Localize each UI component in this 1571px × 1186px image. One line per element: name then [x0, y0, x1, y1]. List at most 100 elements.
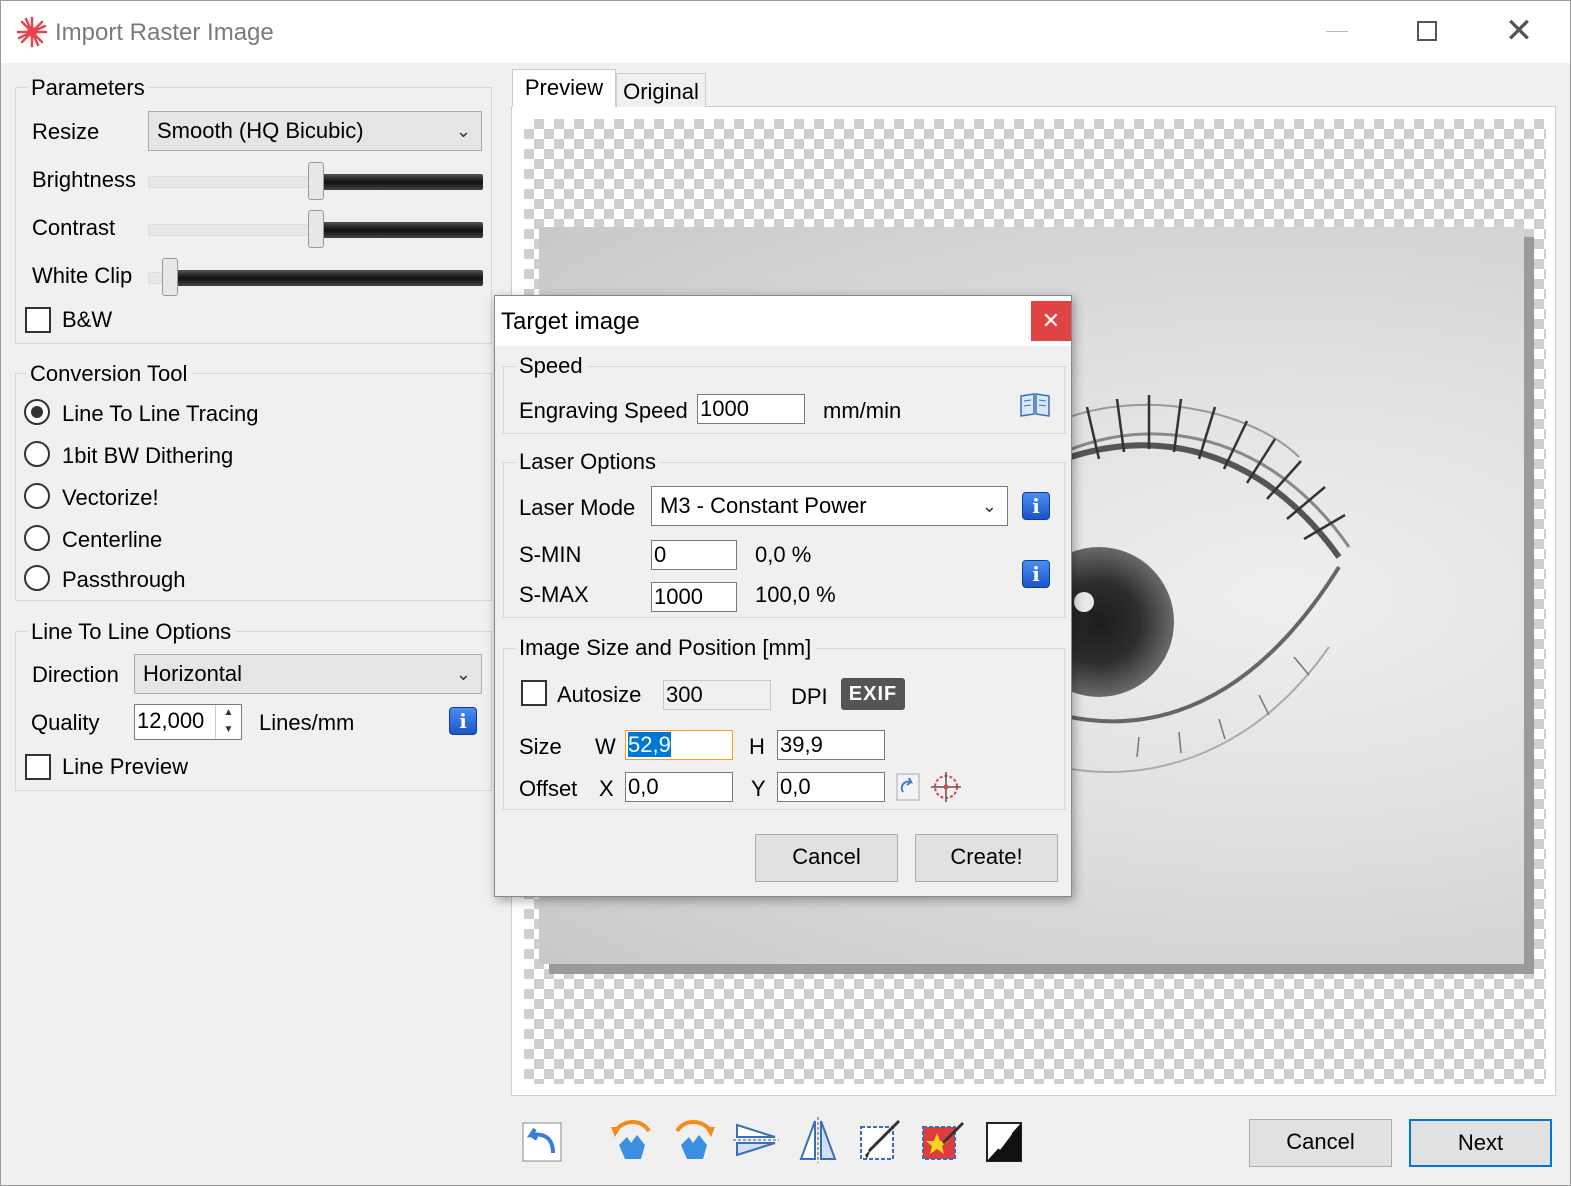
- width-label: W: [595, 734, 616, 759]
- offset-x-label: X: [599, 776, 614, 801]
- contrast-label: Contrast: [32, 215, 116, 240]
- contrast-slider[interactable]: [148, 210, 483, 248]
- offset-label: Offset: [519, 776, 578, 801]
- laser-mode-label: Laser Mode: [519, 495, 636, 520]
- autosize-label: Autosize: [557, 682, 642, 707]
- cancel-button[interactable]: Cancel: [1249, 1119, 1392, 1167]
- radio-line-to-line[interactable]: [24, 399, 50, 425]
- white-clip-slider[interactable]: [148, 258, 483, 296]
- engraving-speed-label: Engraving Speed: [519, 398, 688, 423]
- radio-label-passthrough: Passthrough: [62, 567, 186, 592]
- exif-button[interactable]: EXIF: [841, 678, 905, 710]
- material-library-icon[interactable]: [1019, 392, 1051, 418]
- resize-dropdown[interactable]: Smooth (HQ Bicubic) ⌄: [148, 111, 482, 151]
- import-raster-window: Import Raster Image ✕ Parameters Resize …: [0, 0, 1571, 1186]
- width-input[interactable]: 52,9: [625, 730, 733, 760]
- chevron-down-icon: ⌄: [981, 496, 997, 516]
- resize-label: Resize: [32, 119, 100, 144]
- laser-mode-info-icon[interactable]: i: [1022, 492, 1050, 520]
- white-clip-label: White Clip: [32, 263, 133, 288]
- height-label: H: [749, 734, 765, 759]
- reset-icon[interactable]: [517, 1117, 567, 1167]
- crop-icon[interactable]: [855, 1115, 905, 1165]
- brightness-slider-thumb[interactable]: [308, 162, 324, 200]
- radio-passthrough[interactable]: [24, 565, 50, 591]
- target-image-dialog: Target image ✕ Speed Engraving Speed 100…: [494, 295, 1072, 897]
- next-button[interactable]: Next: [1409, 1119, 1552, 1167]
- brightness-slider[interactable]: [148, 162, 483, 200]
- minimize-button[interactable]: [1311, 11, 1363, 51]
- dpi-input[interactable]: 300: [663, 680, 771, 710]
- maximize-button[interactable]: [1401, 11, 1453, 51]
- rotate-right-icon[interactable]: [669, 1115, 719, 1165]
- quality-spin-buttons[interactable]: ▲ ▼: [215, 705, 241, 739]
- size-label: Size: [519, 734, 562, 759]
- smin-input[interactable]: 0: [651, 540, 737, 570]
- flip-vertical-icon[interactable]: [793, 1115, 843, 1165]
- chevron-down-icon: ⌄: [455, 121, 471, 141]
- smin-percent: 0,0 %: [755, 542, 812, 567]
- smax-percent: 100,0 %: [755, 582, 836, 607]
- invert-icon[interactable]: [979, 1117, 1029, 1167]
- radio-label-vectorize: Vectorize!: [62, 485, 159, 510]
- radio-dithering[interactable]: [24, 441, 50, 467]
- width-value: 52,9: [628, 732, 671, 757]
- line-preview-checkbox[interactable]: [25, 754, 51, 780]
- dialog-close-button[interactable]: ✕: [1031, 301, 1071, 341]
- white-clip-slider-thumb[interactable]: [162, 258, 178, 296]
- flip-horizontal-icon[interactable]: [731, 1115, 781, 1165]
- chevron-down-icon: ⌄: [455, 664, 471, 684]
- laser-app-icon: [16, 16, 48, 48]
- window-title: Import Raster Image: [55, 19, 274, 46]
- laser-mode-dropdown[interactable]: M3 - Constant Power ⌄: [651, 486, 1008, 526]
- quality-unit: Lines/mm: [259, 710, 355, 735]
- direction-dropdown[interactable]: Horizontal ⌄: [134, 654, 482, 694]
- center-target-icon[interactable]: [929, 770, 963, 804]
- create-button[interactable]: Create!: [915, 834, 1058, 882]
- dialog-cancel-button[interactable]: Cancel: [755, 834, 898, 882]
- title-bar: Import Raster Image ✕: [1, 1, 1570, 63]
- dialog-title: Target image: [501, 308, 640, 335]
- line-preview-label: Line Preview: [62, 754, 188, 779]
- speed-title: Speed: [515, 353, 587, 379]
- offset-y-input[interactable]: 0,0: [777, 772, 885, 802]
- rotate-left-icon[interactable]: [607, 1115, 657, 1165]
- conversion-tool-title: Conversion Tool: [26, 361, 192, 387]
- quality-value: 12,000: [137, 708, 205, 733]
- tab-original[interactable]: Original: [616, 73, 706, 107]
- bw-checkbox[interactable]: [25, 307, 51, 333]
- quality-label: Quality: [31, 710, 100, 735]
- radio-label-centerline: Centerline: [62, 527, 163, 552]
- quality-info-icon[interactable]: i: [449, 707, 477, 735]
- quality-stepper[interactable]: 12,000 ▲ ▼: [134, 704, 242, 740]
- radio-label-line-to-line: Line To Line Tracing: [62, 401, 259, 426]
- resize-value: Smooth (HQ Bicubic): [157, 118, 364, 143]
- offset-y-label: Y: [751, 776, 766, 801]
- dialog-title-bar: Target image ✕: [495, 296, 1071, 346]
- auto-crop-icon[interactable]: [917, 1115, 967, 1165]
- tab-preview[interactable]: Preview: [512, 69, 616, 107]
- offset-x-input[interactable]: 0,0: [625, 772, 733, 802]
- spin-down-icon[interactable]: ▼: [216, 722, 241, 739]
- laser-options-title: Laser Options: [515, 449, 660, 475]
- engraving-speed-input[interactable]: 1000: [697, 394, 805, 424]
- engraving-speed-unit: mm/min: [823, 398, 902, 423]
- direction-value: Horizontal: [143, 661, 243, 686]
- smin-smax-info-icon[interactable]: i: [1022, 560, 1050, 588]
- line-options-title: Line To Line Options: [27, 619, 236, 645]
- dpi-label: DPI: [791, 684, 828, 709]
- image-size-title: Image Size and Position [mm]: [515, 635, 816, 661]
- smax-input[interactable]: 1000: [651, 582, 737, 612]
- direction-label: Direction: [32, 662, 119, 687]
- smin-label: S-MIN: [519, 542, 582, 567]
- spin-up-icon[interactable]: ▲: [216, 705, 241, 722]
- radio-vectorize[interactable]: [24, 483, 50, 509]
- close-window-button[interactable]: ✕: [1493, 11, 1545, 51]
- brightness-label: Brightness: [32, 167, 136, 192]
- height-input[interactable]: 39,9: [777, 730, 885, 760]
- bw-label: B&W: [62, 307, 113, 332]
- offset-reset-icon[interactable]: [895, 772, 921, 802]
- autosize-checkbox[interactable]: [521, 680, 547, 706]
- radio-centerline[interactable]: [24, 525, 50, 551]
- contrast-slider-thumb[interactable]: [308, 210, 324, 248]
